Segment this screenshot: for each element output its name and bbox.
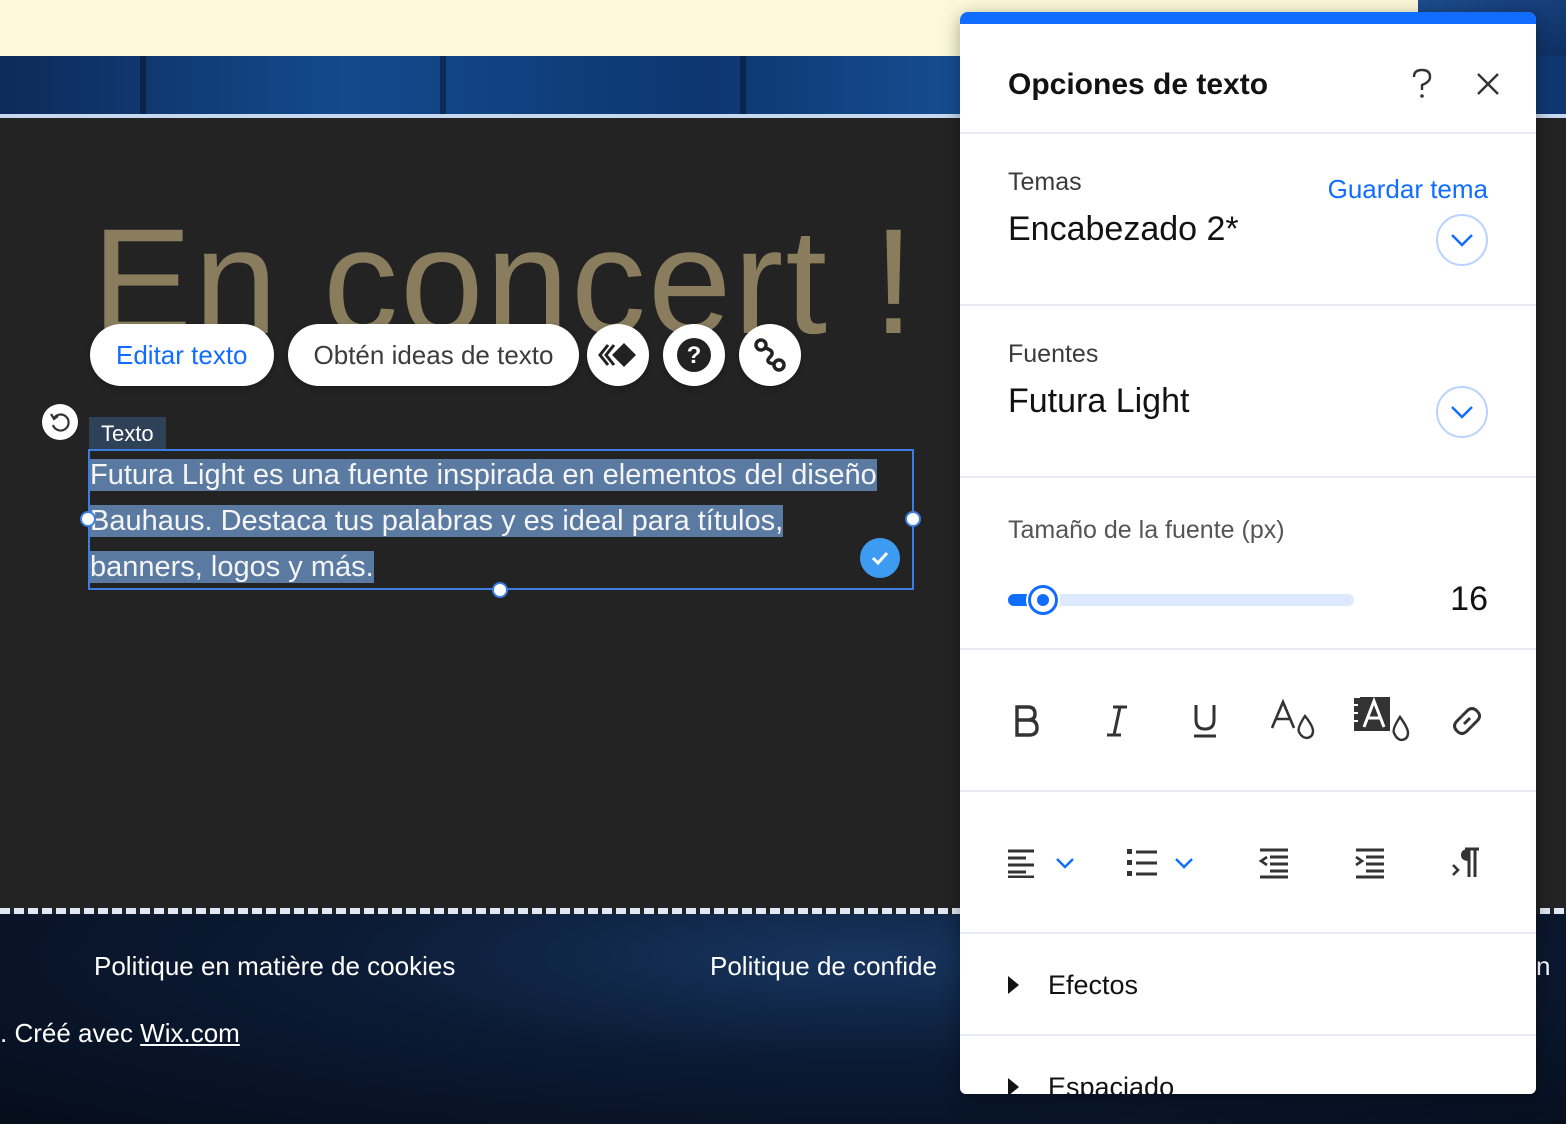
font-size-label: Tamaño de la fuente (px) [1008,516,1285,544]
footer-link-cookies[interactable]: Politique en matière de cookies [94,951,455,982]
panel-help-button[interactable] [1402,64,1442,104]
text-color-icon [1270,698,1315,740]
chevron-down-icon [1451,406,1473,419]
svg-text:?: ? [687,342,702,369]
link-icon [1453,707,1481,735]
text-direction-button[interactable] [1446,844,1486,882]
spacing-section[interactable]: Espaciado [960,1036,1536,1094]
increase-indent-button[interactable] [1350,844,1390,882]
expand-triangle-icon [1008,976,1019,994]
panel-header[interactable]: Opciones de texto [960,24,1536,134]
expand-triangle-icon [1008,1078,1019,1094]
font-size-slider-handle[interactable] [1027,585,1058,615]
bold-icon [1015,705,1039,737]
themes-label: Temas [1008,168,1082,196]
panel-close-button[interactable] [1468,64,1508,104]
font-dropdown-value[interactable]: Futura Light [1008,382,1189,421]
fonts-label: Fuentes [1008,340,1099,368]
panel-accent-bar [960,12,1536,24]
resize-handle-left[interactable] [80,511,96,527]
align-left-icon [1008,849,1034,878]
bullet-list-icon [1127,849,1157,876]
list-dropdown[interactable] [1120,846,1200,880]
chevron-down-icon [1451,234,1473,247]
paragraph-direction-icon [1452,847,1479,877]
rotate-icon [50,413,70,432]
bold-button[interactable] [1004,698,1050,744]
element-floating-toolbar: Editar texto Obtén ideas de texto ? [90,324,802,386]
question-icon [1412,68,1432,98]
selected-text-line: Bauhaus. Destaca tus palabras y es ideal… [90,505,784,537]
connect-button[interactable] [739,324,802,386]
selected-text-line: banners, logos y más. [90,551,374,583]
animation-button[interactable] [587,324,650,386]
chevron-down-icon [1056,858,1074,869]
footer-credit-prefix: . Créé avec [0,1018,141,1048]
theme-dropdown-value[interactable]: Encabezado 2* [1008,210,1239,249]
element-type-tag: Texto [89,417,166,450]
question-circle-icon: ? [677,338,712,372]
get-text-ideas-button[interactable]: Obtén ideas de texto [287,324,580,386]
checkmark-icon [871,551,889,566]
chevron-down-icon [1175,858,1193,869]
rotate-handle[interactable] [42,404,78,440]
highlight-color-icon [1354,696,1410,742]
highlight-color-button[interactable] [1350,690,1414,746]
italic-button[interactable] [1094,698,1140,744]
edit-text-button[interactable]: Editar texto [90,324,274,386]
panel-title: Opciones de texto [1008,68,1269,101]
close-icon [1477,73,1499,95]
decrease-indent-button[interactable] [1254,844,1294,882]
wix-link[interactable]: Wix.com [140,1018,240,1048]
text-options-panel: Opciones de texto Temas Guardar tema Enc… [960,12,1536,1094]
resize-handle-right[interactable] [905,511,921,527]
indent-icon [1355,848,1384,879]
outdent-icon [1258,848,1288,879]
link-button[interactable] [1444,698,1490,744]
selected-text-block[interactable]: Futura Light es una fuente inspirada en … [90,452,920,590]
help-button[interactable]: ? [663,324,726,386]
alignment-dropdown[interactable] [1004,846,1078,880]
selected-text-line: Futura Light es una fuente inspirada en … [90,459,877,491]
font-size-value[interactable]: 16 [1450,580,1488,619]
footer-link-privacy[interactable]: Politique de confide [710,951,937,982]
themes-section: Temas Guardar tema Encabezado 2* [960,134,1536,306]
spellcheck-badge[interactable] [860,538,900,578]
underline-icon [1194,705,1216,738]
text-color-button[interactable] [1266,694,1320,744]
effects-section[interactable]: Efectos [960,934,1536,1036]
effects-title[interactable]: Efectos [1048,970,1138,1001]
fonts-section: Fuentes Futura Light [960,306,1536,478]
spacing-title[interactable]: Espaciado [1048,1072,1174,1094]
save-theme-link[interactable]: Guardar tema [1328,174,1488,205]
footer-credit: . Créé avec Wix.com [0,1018,240,1049]
font-dropdown-button[interactable] [1436,386,1488,438]
font-size-section: Tamaño de la fuente (px) 16 [960,478,1536,650]
theme-dropdown-button[interactable] [1436,214,1488,266]
footer-link-fragment[interactable]: n [1536,951,1550,982]
resize-handle-bottom[interactable] [492,582,508,598]
underline-button[interactable] [1182,698,1228,744]
animation-icon [598,343,637,367]
italic-icon [1107,705,1127,737]
paragraph-section [960,792,1536,934]
font-size-slider[interactable] [1008,585,1354,615]
text-style-section [960,650,1536,792]
connector-icon [754,338,787,372]
